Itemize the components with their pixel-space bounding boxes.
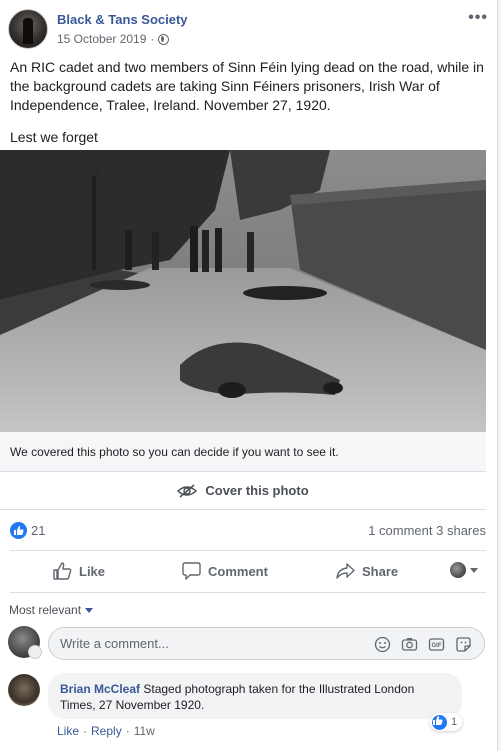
comment-bubble: Brian McCleaf Staged photograph taken fo… bbox=[48, 673, 462, 719]
gif-icon[interactable]: GIF bbox=[428, 636, 445, 653]
globe-icon[interactable] bbox=[158, 33, 170, 45]
svg-text:GIF: GIF bbox=[432, 643, 442, 649]
chevron-down-icon bbox=[470, 567, 478, 573]
sensitive-content-notice: We covered this photo so you can decide … bbox=[0, 432, 486, 472]
composer-icons: GIF bbox=[374, 636, 472, 653]
sort-chevron-icon bbox=[85, 607, 94, 613]
stats-divider bbox=[10, 550, 486, 551]
post-card: Black & Tans Society 15 October 2019 · •… bbox=[0, 0, 498, 751]
comment-reply-link[interactable]: Reply bbox=[91, 724, 122, 738]
post-header: Black & Tans Society 15 October 2019 · •… bbox=[8, 9, 488, 51]
comment-icon bbox=[182, 562, 201, 580]
emoji-icon[interactable] bbox=[374, 636, 391, 653]
sticker-icon[interactable] bbox=[455, 636, 472, 653]
current-user-avatar[interactable] bbox=[8, 626, 42, 659]
post-date[interactable]: 15 October 2019 bbox=[57, 32, 146, 46]
like-reaction-icon[interactable] bbox=[10, 522, 27, 539]
commenter-avatar[interactable] bbox=[8, 674, 40, 706]
comment-like-link[interactable]: Like bbox=[57, 724, 79, 738]
post-as-selector[interactable] bbox=[450, 562, 478, 578]
post-stats: 21 1 comment 3 shares bbox=[10, 512, 486, 548]
post-actions: Like Comment Share bbox=[10, 553, 486, 589]
comment-item: Brian McCleaf Staged photograph taken fo… bbox=[8, 673, 486, 743]
comment-actions-separator: · bbox=[83, 724, 88, 738]
comment-sort-dropdown[interactable]: Most relevant bbox=[9, 603, 94, 617]
more-options-icon[interactable]: ••• bbox=[468, 9, 488, 27]
post-body: An RIC cadet and two members of Sinn Féi… bbox=[10, 58, 488, 147]
comment-sort-label: Most relevant bbox=[9, 603, 82, 617]
comment-like-reaction-icon bbox=[432, 714, 447, 730]
share-count-link[interactable]: 3 shares bbox=[436, 523, 486, 538]
post-caption: An RIC cadet and two members of Sinn Féi… bbox=[10, 59, 484, 113]
eye-slash-icon bbox=[177, 483, 198, 498]
comment-actions-separator: · bbox=[125, 724, 130, 738]
comment-actions: Like · Reply · 11w bbox=[57, 724, 155, 738]
post-tagline: Lest we forget bbox=[10, 129, 98, 145]
page-avatar[interactable] bbox=[8, 9, 48, 49]
actions-divider bbox=[10, 592, 486, 593]
comment-button-label: Comment bbox=[208, 563, 268, 579]
comment-button[interactable]: Comment bbox=[182, 553, 268, 589]
profile-avatar-icon bbox=[450, 562, 466, 578]
comment-composer: GIF bbox=[8, 626, 486, 662]
meta-separator: · bbox=[150, 32, 155, 46]
comment-input-box[interactable]: GIF bbox=[48, 627, 485, 660]
page-name-link[interactable]: Black & Tans Society bbox=[57, 12, 188, 27]
comment-reaction-badge[interactable]: 1 bbox=[430, 713, 463, 731]
comment-input[interactable] bbox=[60, 636, 360, 651]
comment-age[interactable]: 11w bbox=[134, 724, 155, 738]
stats-right: 1 comment 3 shares bbox=[368, 523, 486, 538]
photo-image bbox=[0, 150, 486, 432]
post-photo[interactable] bbox=[0, 150, 486, 432]
comment-count-link[interactable]: 1 comment bbox=[368, 523, 432, 538]
post-meta: 15 October 2019 · bbox=[57, 32, 170, 46]
comment-author-link[interactable]: Brian McCleaf bbox=[60, 682, 140, 696]
camera-icon[interactable] bbox=[401, 636, 418, 653]
like-button-label: Like bbox=[79, 563, 106, 579]
share-button-label: Share bbox=[362, 563, 399, 579]
share-icon bbox=[336, 563, 355, 579]
reaction-count[interactable]: 21 bbox=[31, 523, 45, 538]
cover-photo-button[interactable]: Cover this photo bbox=[0, 472, 486, 510]
cover-photo-label: Cover this photo bbox=[205, 483, 309, 498]
sensitive-notice-text: We covered this photo so you can decide … bbox=[10, 445, 339, 459]
thumbs-up-icon bbox=[53, 562, 72, 580]
comment-reaction-count: 1 bbox=[451, 716, 458, 728]
like-button[interactable]: Like bbox=[53, 553, 105, 589]
share-button[interactable]: Share bbox=[336, 553, 398, 589]
